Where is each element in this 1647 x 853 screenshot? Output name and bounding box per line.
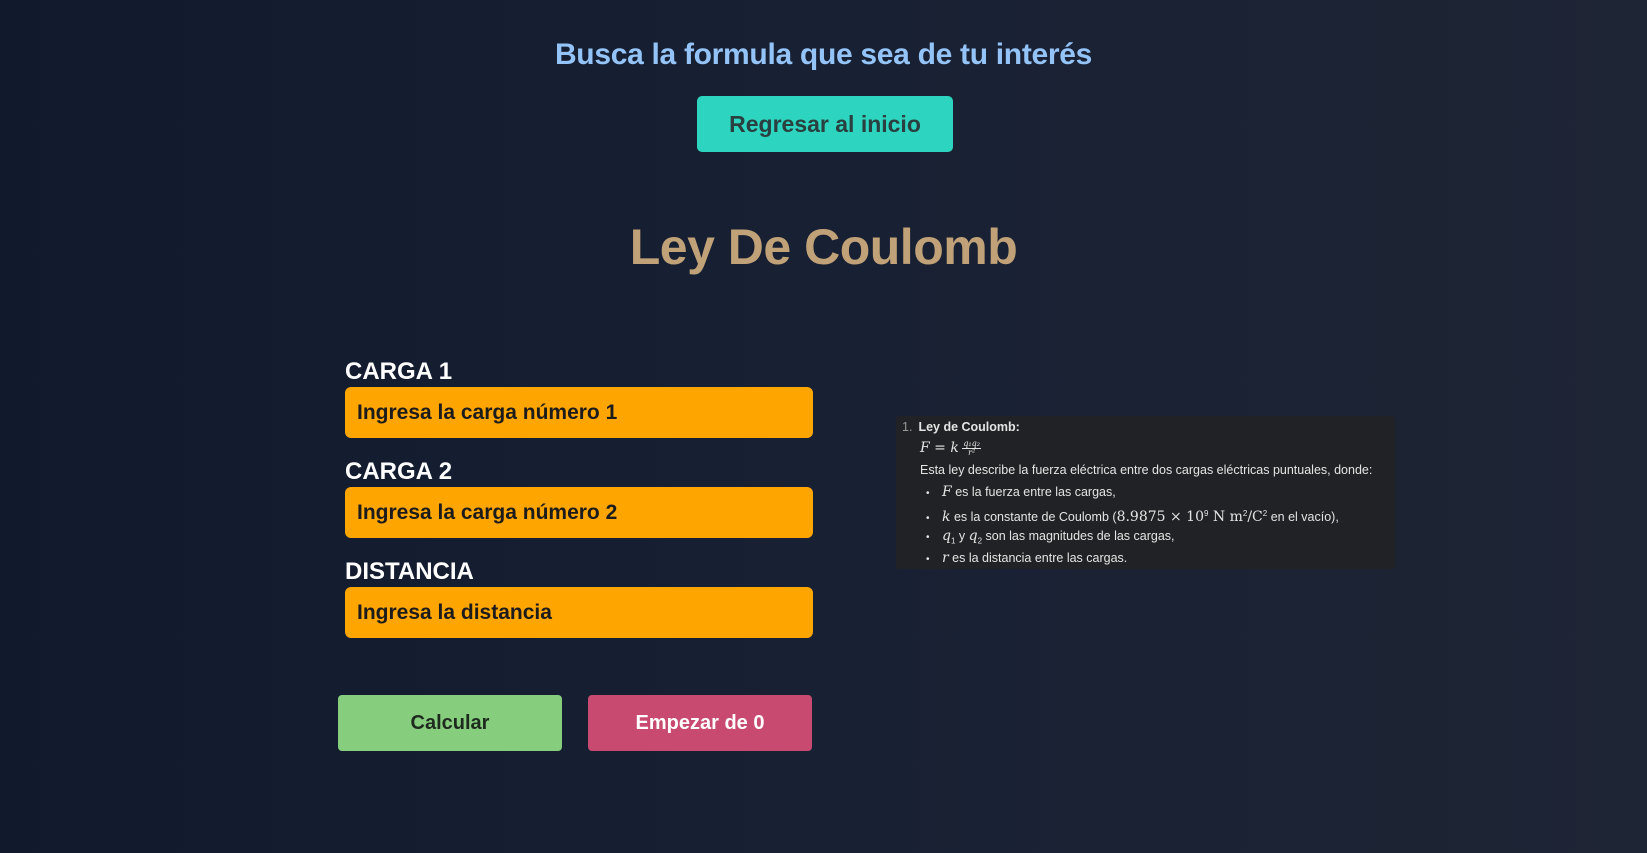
- charge-1-input[interactable]: [345, 387, 813, 438]
- list-number: 1.: [902, 420, 913, 434]
- header-title: Busca la formula que sea de tu interés: [554, 38, 1093, 71]
- calculate-button[interactable]: Calcular: [338, 695, 562, 751]
- reset-button[interactable]: Empezar de 0: [588, 695, 812, 751]
- page-title: Ley De Coulomb: [629, 219, 1018, 275]
- bullet-item: • r es la distancia entre las cargas.: [926, 550, 1128, 566]
- formula-heading-row: 1. Ley de Coulomb:: [902, 416, 1020, 438]
- formula-heading: Ley de Coulomb:: [918, 420, 1020, 434]
- back-to-home-button[interactable]: Regresar al inicio: [697, 96, 953, 152]
- charge-1-label: CARGA 1: [345, 358, 453, 385]
- bullet-item: • F es la fuerza entre las cargas,: [926, 484, 1116, 500]
- charge-2-input[interactable]: [345, 487, 813, 538]
- distance-input[interactable]: [345, 587, 813, 638]
- formula-description: Esta ley describe la fuerza eléctrica en…: [920, 463, 1373, 477]
- formula-reference-card: 1. Ley de Coulomb: F = k q₁q₂ r² Esta ley…: [896, 416, 1395, 569]
- formula-expression: F = k q₁q₂ r²: [920, 439, 981, 458]
- formula-fraction: q₁q₂ r²: [962, 439, 981, 458]
- distance-label: DISTANCIA: [345, 558, 474, 585]
- charge-2-label: CARGA 2: [345, 458, 453, 485]
